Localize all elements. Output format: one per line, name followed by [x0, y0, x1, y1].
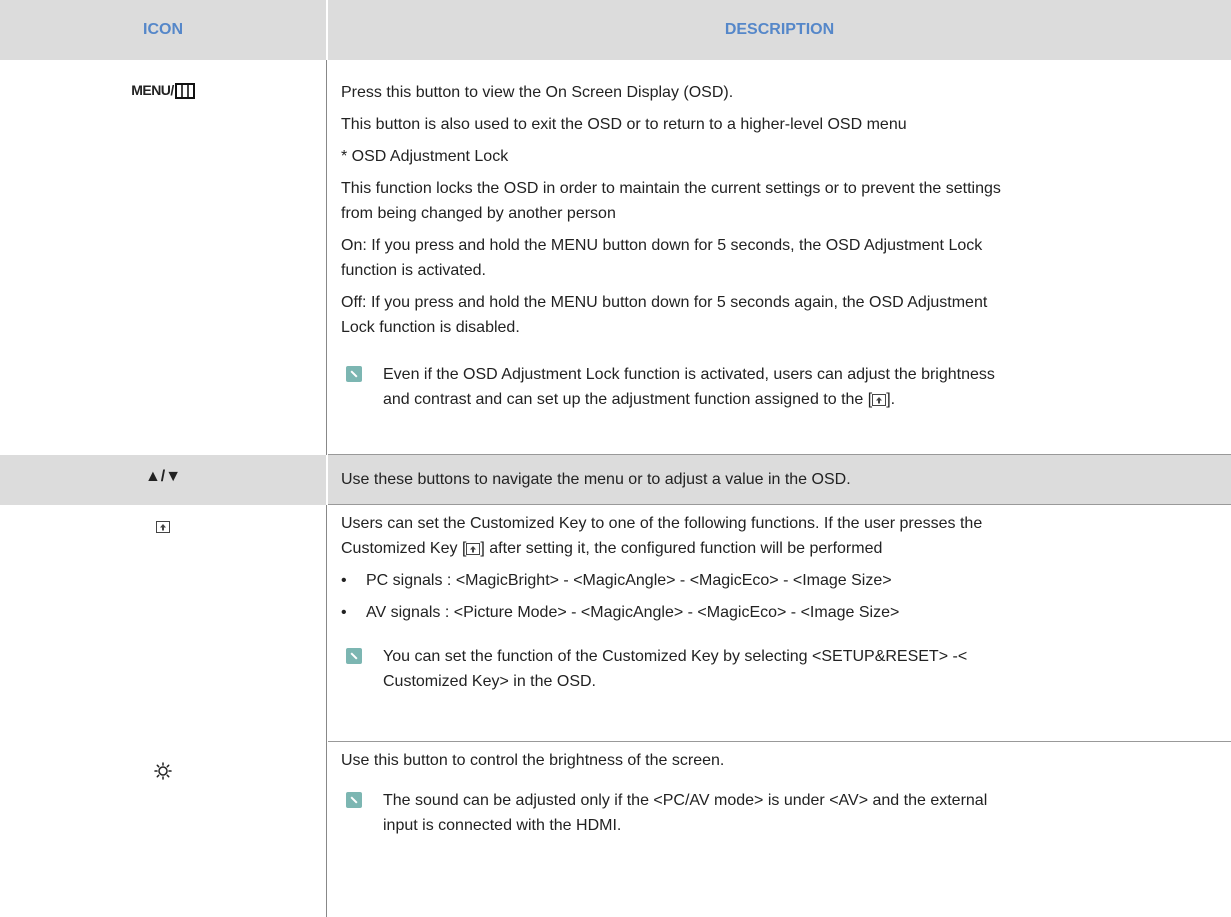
- customized-key-icon: [466, 540, 481, 564]
- brightness-note-line-2: input is connected with the HDMI.: [383, 817, 622, 834]
- updown-text: Use these buttons to navigate the menu o…: [341, 471, 851, 488]
- note-icon: [346, 648, 362, 664]
- icon-cell-customized-key: [0, 505, 327, 742]
- header-description-column: DESCRIPTION: [328, 0, 1231, 60]
- customized-key-icon: [872, 391, 887, 415]
- menu-line-9: Lock function is disabled.: [341, 319, 520, 336]
- menu-line-6: On: If you press and hold the MENU butto…: [341, 237, 983, 254]
- icon-cell-menu: MENU/: [0, 60, 327, 455]
- note-icon: [346, 366, 362, 382]
- menu-icon: MENU/: [0, 82, 326, 99]
- menu-line-4: This function locks the OSD in order to …: [341, 180, 1001, 197]
- menu-line-7: function is activated.: [341, 262, 486, 279]
- menu-line-5: from being changed by another person: [341, 205, 616, 222]
- menu-line-3: * OSD Adjustment Lock: [341, 148, 509, 165]
- bullet-dot: •: [341, 572, 347, 589]
- custom-bullet-2: AV signals : <Picture Mode> - <MagicAngl…: [366, 604, 900, 621]
- brightness-note-line-1: The sound can be adjusted only if the <P…: [383, 792, 988, 809]
- custom-line-2: Customized Key [] after setting it, the …: [341, 537, 882, 564]
- bullet-dot: •: [341, 604, 347, 621]
- custom-bullet-1: PC signals : <MagicBright> - <MagicAngle…: [366, 572, 892, 589]
- custom-line-1: Users can set the Customized Key to one …: [341, 515, 983, 532]
- brightness-text: Use this button to control the brightnes…: [341, 752, 725, 769]
- menu-line-2: This button is also used to exit the OSD…: [341, 116, 907, 133]
- header-icon-column: ICON: [0, 0, 326, 60]
- icon-cell-updown: ▲/▼: [0, 455, 326, 505]
- note-icon: [346, 792, 362, 808]
- custom-note-line-1: You can set the function of the Customiz…: [383, 648, 968, 665]
- icon-cell-brightness: [0, 742, 327, 917]
- menu-line-8: Off: If you press and hold the MENU butt…: [341, 294, 988, 311]
- menu-note-line-1: Even if the OSD Adjustment Lock function…: [383, 366, 995, 383]
- up-down-arrows-icon: ▲/▼: [144, 468, 182, 485]
- menu-note-line-2: and contrast and can set up the adjustme…: [383, 388, 895, 415]
- custom-note-line-2: Customized Key> in the OSD.: [383, 673, 596, 690]
- menu-line-1: Press this button to view the On Screen …: [341, 84, 734, 101]
- customized-key-icon: [0, 520, 326, 534]
- brightness-icon: [0, 762, 326, 780]
